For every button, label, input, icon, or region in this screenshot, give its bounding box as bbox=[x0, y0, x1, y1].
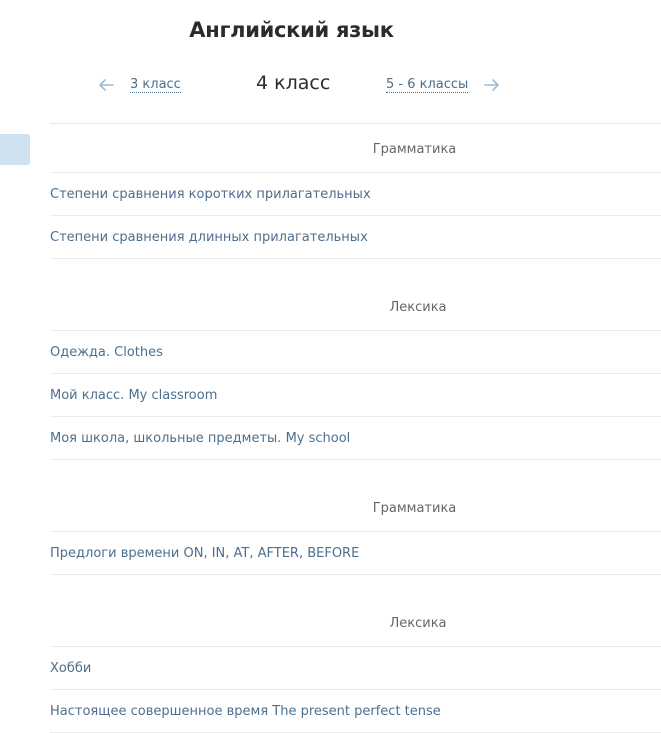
page-title: Английский язык bbox=[189, 18, 394, 42]
topic-link[interactable]: Хобби bbox=[50, 647, 661, 690]
arrow-right-icon[interactable] bbox=[483, 78, 501, 92]
section-header-grammar: Грамматика bbox=[50, 460, 661, 532]
section-header-vocabulary: Лексика bbox=[50, 259, 661, 331]
next-grade-link[interactable]: 5 - 6 классы bbox=[386, 77, 469, 93]
grade-navigation: 3 класс 4 класс 5 - 6 классы bbox=[0, 70, 661, 102]
side-tab[interactable] bbox=[0, 134, 30, 165]
section-header-grammar: Грамматика bbox=[50, 124, 661, 173]
topic-link[interactable]: Мой класс. My classroom bbox=[50, 374, 661, 417]
topic-link[interactable]: Настоящее совершенное время The present … bbox=[50, 690, 661, 733]
current-grade: 4 класс bbox=[256, 72, 331, 94]
prev-grade-link[interactable]: 3 класс bbox=[130, 77, 181, 93]
arrow-left-icon[interactable] bbox=[97, 78, 115, 92]
topic-link[interactable]: Одежда. Clothes bbox=[50, 331, 661, 374]
topic-link[interactable]: Степени сравнения длинных прилагательных bbox=[50, 216, 661, 259]
section-header-vocabulary: Лексика bbox=[50, 575, 661, 647]
topic-link[interactable]: Моя школа, школьные предметы. My school bbox=[50, 417, 661, 460]
topic-link[interactable]: Степени сравнения коротких прилагательны… bbox=[50, 173, 661, 216]
topic-link[interactable]: Предлоги времени ON, IN, AT, AFTER, BEFO… bbox=[50, 532, 661, 575]
topic-list: Грамматика Степени сравнения коротких пр… bbox=[50, 124, 661, 733]
